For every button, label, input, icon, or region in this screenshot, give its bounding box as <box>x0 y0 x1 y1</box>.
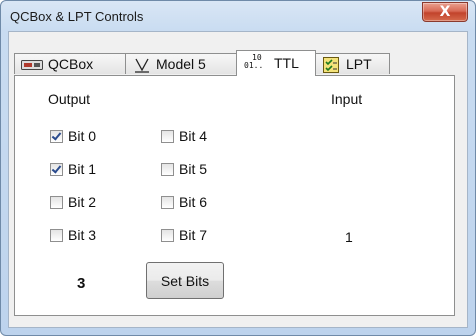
checkbox-box[interactable] <box>161 228 174 242</box>
card-icon <box>21 60 43 70</box>
bit-1-checkbox[interactable]: Bit 1 <box>50 160 96 178</box>
underlined-v-icon <box>134 57 150 73</box>
bit-0-checkbox[interactable]: Bit 0 <box>50 127 96 145</box>
tab-model-5[interactable]: Model 5 <box>125 53 238 74</box>
close-button[interactable]: X <box>422 2 468 22</box>
tab-qcbox[interactable]: QCBox <box>14 53 126 74</box>
bit-6-label: Bit 6 <box>179 194 208 210</box>
tab-lpt-label: LPT <box>346 56 372 72</box>
set-bits-button[interactable]: Set Bits <box>146 262 224 299</box>
checkbox-box[interactable] <box>50 162 63 176</box>
window-title: QCBox & LPT Controls <box>10 9 144 24</box>
checkbox-list-icon <box>323 57 339 73</box>
bit-6-checkbox[interactable]: Bit 6 <box>161 193 207 211</box>
close-icon: X <box>439 4 451 20</box>
tab-lpt[interactable]: LPT <box>315 53 390 74</box>
tab-qcbox-label: QCBox <box>48 56 94 72</box>
checkbox-box[interactable] <box>161 129 174 143</box>
bit-4-checkbox[interactable]: Bit 4 <box>161 127 207 145</box>
checkbox-box[interactable] <box>50 228 63 242</box>
bit-7-checkbox[interactable]: Bit 7 <box>161 226 207 244</box>
checkbox-box[interactable] <box>161 195 174 209</box>
ttl-panel: Output Input Bit 0 Bit 1 Bit 2 Bit 3 Bit… <box>14 75 455 316</box>
bit-1-label: Bit 1 <box>68 161 97 177</box>
bit-7-label: Bit 7 <box>179 227 208 243</box>
title-bar[interactable]: QCBox & LPT Controls X <box>1 1 475 31</box>
checkbox-box[interactable] <box>161 162 174 176</box>
bit-4-label: Bit 4 <box>179 128 208 144</box>
bit-3-label: Bit 3 <box>68 227 97 243</box>
tab-ttl-label: TTL <box>274 55 299 71</box>
tab-ttl[interactable]: 10 01.. TTL <box>236 50 316 76</box>
bit-2-checkbox[interactable]: Bit 2 <box>50 193 96 211</box>
client-area: QCBox Model 5 10 01.. TTL LPT Output Inp… <box>8 31 468 328</box>
bit-5-checkbox[interactable]: Bit 5 <box>161 160 207 178</box>
bit-5-label: Bit 5 <box>179 161 208 177</box>
input-heading: Input <box>331 91 363 107</box>
app-window: QCBox & LPT Controls X QCBox Model 5 10 … <box>0 0 476 336</box>
binary-digits-bottom: 01.. <box>244 61 264 70</box>
bit-0-label: Bit 0 <box>68 128 97 144</box>
checkbox-box[interactable] <box>50 195 63 209</box>
checkbox-box[interactable] <box>50 129 63 143</box>
output-value: 3 <box>77 275 86 292</box>
bit-2-label: Bit 2 <box>68 194 97 210</box>
input-value: 1 <box>345 229 353 245</box>
tab-model-5-label: Model 5 <box>156 56 206 72</box>
bit-3-checkbox[interactable]: Bit 3 <box>50 226 96 244</box>
binary-digits-icon: 10 01.. <box>244 54 266 72</box>
output-heading: Output <box>48 91 91 107</box>
